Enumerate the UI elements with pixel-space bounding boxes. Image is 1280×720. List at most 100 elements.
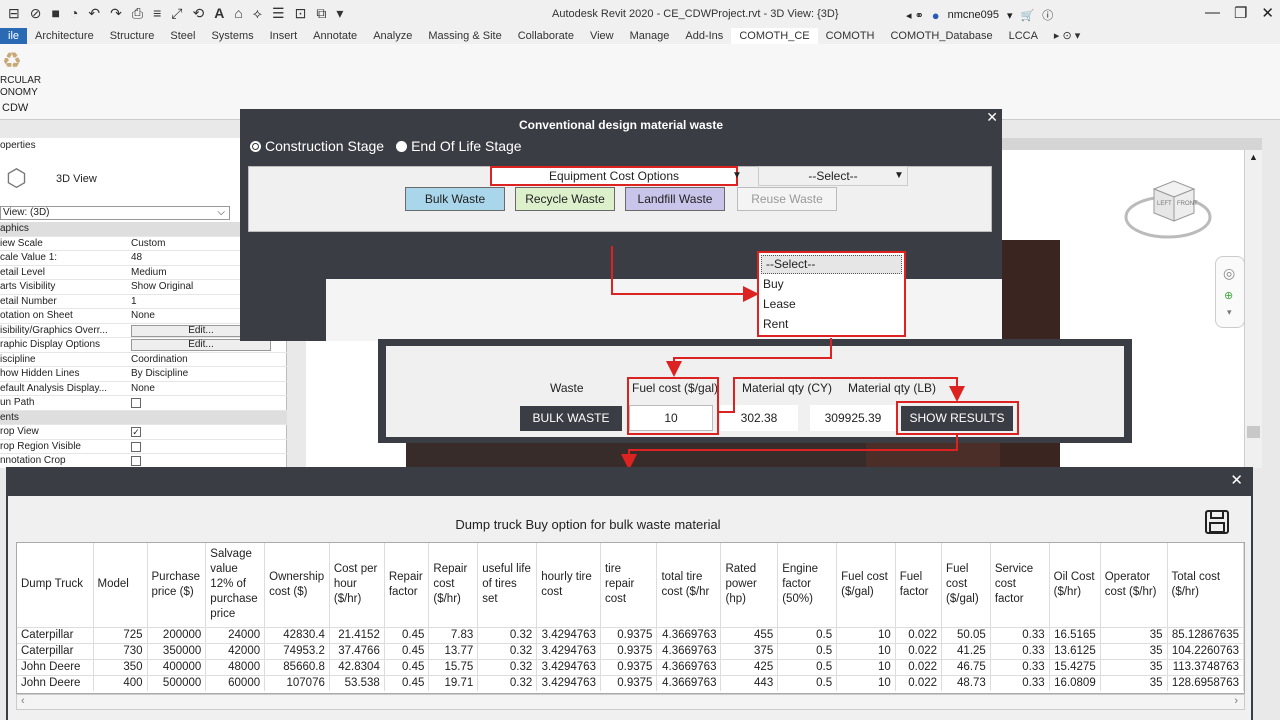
- steering-wheel-icon[interactable]: ◎: [1223, 265, 1235, 282]
- property-value[interactable]: Coordination: [129, 353, 287, 367]
- tab-view[interactable]: View: [582, 28, 622, 44]
- home-icon[interactable]: ⊟: [8, 5, 20, 22]
- results-horizontal-scrollbar[interactable]: ‹ ›: [16, 694, 1245, 710]
- save-icon[interactable]: ■: [51, 5, 59, 22]
- redo-icon[interactable]: ↷: [110, 5, 122, 22]
- option-select[interactable]: --Select--: [761, 255, 902, 274]
- tab-add-ins[interactable]: Add-Ins: [677, 28, 731, 44]
- column-header[interactable]: Salvage value 12% of purchase price: [205, 543, 266, 627]
- checkbox[interactable]: [131, 398, 141, 408]
- tab-architecture[interactable]: Architecture: [27, 28, 102, 44]
- help-icon[interactable]: ⓘ: [1042, 7, 1053, 23]
- property-value[interactable]: [129, 440, 287, 454]
- construction-stage-label[interactable]: Construction Stage: [265, 138, 384, 154]
- restore-icon[interactable]: ❐: [1234, 4, 1247, 22]
- column-header[interactable]: Rated power (hp): [720, 543, 779, 627]
- tab-file[interactable]: ile: [0, 28, 28, 44]
- property-value[interactable]: ✓: [129, 425, 287, 439]
- column-header[interactable]: Engine factor (50%): [777, 543, 838, 627]
- recycle-icon[interactable]: ♻: [2, 48, 22, 74]
- column-header[interactable]: Total cost ($/hr): [1167, 543, 1244, 627]
- column-header[interactable]: Model: [93, 543, 148, 627]
- column-header[interactable]: Dump Truck: [17, 543, 94, 627]
- undo-icon[interactable]: ↶: [88, 5, 100, 22]
- tab-structure[interactable]: Structure: [102, 28, 163, 44]
- switch-windows-icon[interactable]: ⧉: [316, 5, 326, 22]
- checkbox[interactable]: [131, 441, 141, 452]
- chevron-down-icon[interactable]: ▼: [888, 167, 910, 185]
- radio-construction-stage[interactable]: [250, 140, 261, 152]
- tab-steel[interactable]: Steel: [162, 28, 203, 44]
- measure-icon[interactable]: ≡: [153, 5, 161, 22]
- property-value[interactable]: [129, 454, 287, 468]
- equipment-cost-select[interactable]: Equipment Cost Options: [490, 166, 738, 186]
- table-row[interactable]: Caterpillar 725 200000 24000 42830.4 21.4152 0…: [17, 626, 1244, 643]
- chevron-down-icon[interactable]: ▼: [726, 167, 748, 185]
- section-icon[interactable]: ⟡: [253, 5, 262, 22]
- tab-comoth[interactable]: COMOTH: [818, 28, 883, 44]
- column-header[interactable]: total tire cost ($/hr: [656, 543, 722, 627]
- tab-insert[interactable]: Insert: [262, 28, 306, 44]
- tab-massing-site[interactable]: Massing & Site: [420, 28, 509, 44]
- scroll-up-icon[interactable]: ▲: [1249, 152, 1258, 162]
- column-header[interactable]: Fuel cost ($/gal): [836, 543, 896, 627]
- view-3d-icon[interactable]: ⌂: [234, 5, 242, 22]
- tab-comoth-ce[interactable]: COMOTH_CE: [731, 28, 818, 44]
- radio-end-of-life-stage[interactable]: [396, 140, 408, 152]
- viewcube-front[interactable]: FRONT: [1177, 201, 1198, 207]
- purchase-option-select[interactable]: --Select--: [758, 166, 908, 186]
- option-buy[interactable]: Buy: [759, 274, 904, 294]
- dimension-icon[interactable]: ⤢: [171, 5, 182, 22]
- show-results-button[interactable]: SHOW RESULTS: [901, 406, 1013, 431]
- viewcube[interactable]: LEFT FRONT: [1122, 175, 1214, 245]
- column-header[interactable]: Cost per hour ($/hr): [329, 543, 385, 627]
- tab-comoth-database[interactable]: COMOTH_Database: [882, 28, 1000, 44]
- option-rent[interactable]: Rent: [759, 314, 904, 334]
- table-row[interactable]: John Deere 400 500000 60000 107076 53.538 0.45…: [17, 674, 1244, 691]
- column-header[interactable]: tire repair cost: [600, 543, 658, 627]
- user-icon[interactable]: ●: [932, 8, 940, 23]
- column-header[interactable]: Ownership cost ($): [264, 543, 330, 627]
- text-icon[interactable]: A: [214, 5, 224, 22]
- checkbox[interactable]: [131, 456, 141, 466]
- property-value[interactable]: By Discipline: [129, 367, 287, 381]
- close-icon[interactable]: ✕: [986, 109, 998, 126]
- tab-lcca[interactable]: LCCA: [1001, 28, 1046, 44]
- user-name[interactable]: nmcne095: [948, 9, 999, 21]
- property-value[interactable]: None: [129, 382, 287, 396]
- column-header[interactable]: Fuel factor: [895, 543, 943, 627]
- table-row[interactable]: Caterpillar 730 350000 42000 74953.2 37.4766 0…: [17, 642, 1244, 659]
- thin-lines-icon[interactable]: ☰: [272, 5, 285, 22]
- recycle-waste-button[interactable]: Recycle Waste: [515, 187, 615, 211]
- close-icon[interactable]: ✕: [1261, 4, 1274, 22]
- customize-icon[interactable]: ▾: [336, 5, 343, 22]
- close-hidden-icon[interactable]: ⊡: [295, 5, 307, 22]
- end-of-life-stage-label[interactable]: End Of Life Stage: [411, 138, 522, 154]
- tab-analyze[interactable]: Analyze: [365, 28, 420, 44]
- save-icon[interactable]: [1204, 509, 1230, 535]
- binoculars-icon[interactable]: ◂ ⚭: [906, 9, 924, 22]
- property-value[interactable]: [129, 396, 287, 410]
- bulk-waste-button[interactable]: Bulk Waste: [405, 187, 505, 211]
- column-header[interactable]: Service cost factor: [990, 543, 1050, 627]
- navigation-bar[interactable]: ◎ ⊕ ▾: [1215, 256, 1245, 328]
- circular-economy-label[interactable]: RCULAR ONOMY: [0, 75, 50, 99]
- sync-icon[interactable]: ◔: [70, 5, 78, 22]
- column-header[interactable]: useful life of tires set: [477, 543, 538, 627]
- open-icon[interactable]: ⊘: [30, 5, 42, 22]
- landfill-waste-button[interactable]: Landfill Waste: [625, 187, 725, 211]
- column-header[interactable]: Purchase price ($): [147, 543, 207, 627]
- tag-icon[interactable]: ⟲: [192, 5, 204, 22]
- nav-options-icon[interactable]: ▾: [1227, 307, 1232, 318]
- tab-collaborate[interactable]: Collaborate: [510, 28, 582, 44]
- minimize-icon[interactable]: —: [1205, 4, 1220, 22]
- ribbon-options-icon[interactable]: ▸ ⊙ ▾: [1046, 28, 1088, 44]
- column-header[interactable]: Fuel cost ($/gal): [941, 543, 991, 627]
- cart-icon[interactable]: 🛒: [1021, 9, 1035, 22]
- fuel-cost-input[interactable]: 10: [629, 405, 713, 431]
- print-icon[interactable]: ⎙: [132, 5, 143, 22]
- checkbox-checked[interactable]: ✓: [131, 427, 141, 437]
- reuse-waste-button[interactable]: Reuse Waste: [737, 187, 837, 211]
- column-header[interactable]: hourly tire cost: [536, 543, 601, 627]
- close-icon[interactable]: ✕: [1230, 471, 1243, 489]
